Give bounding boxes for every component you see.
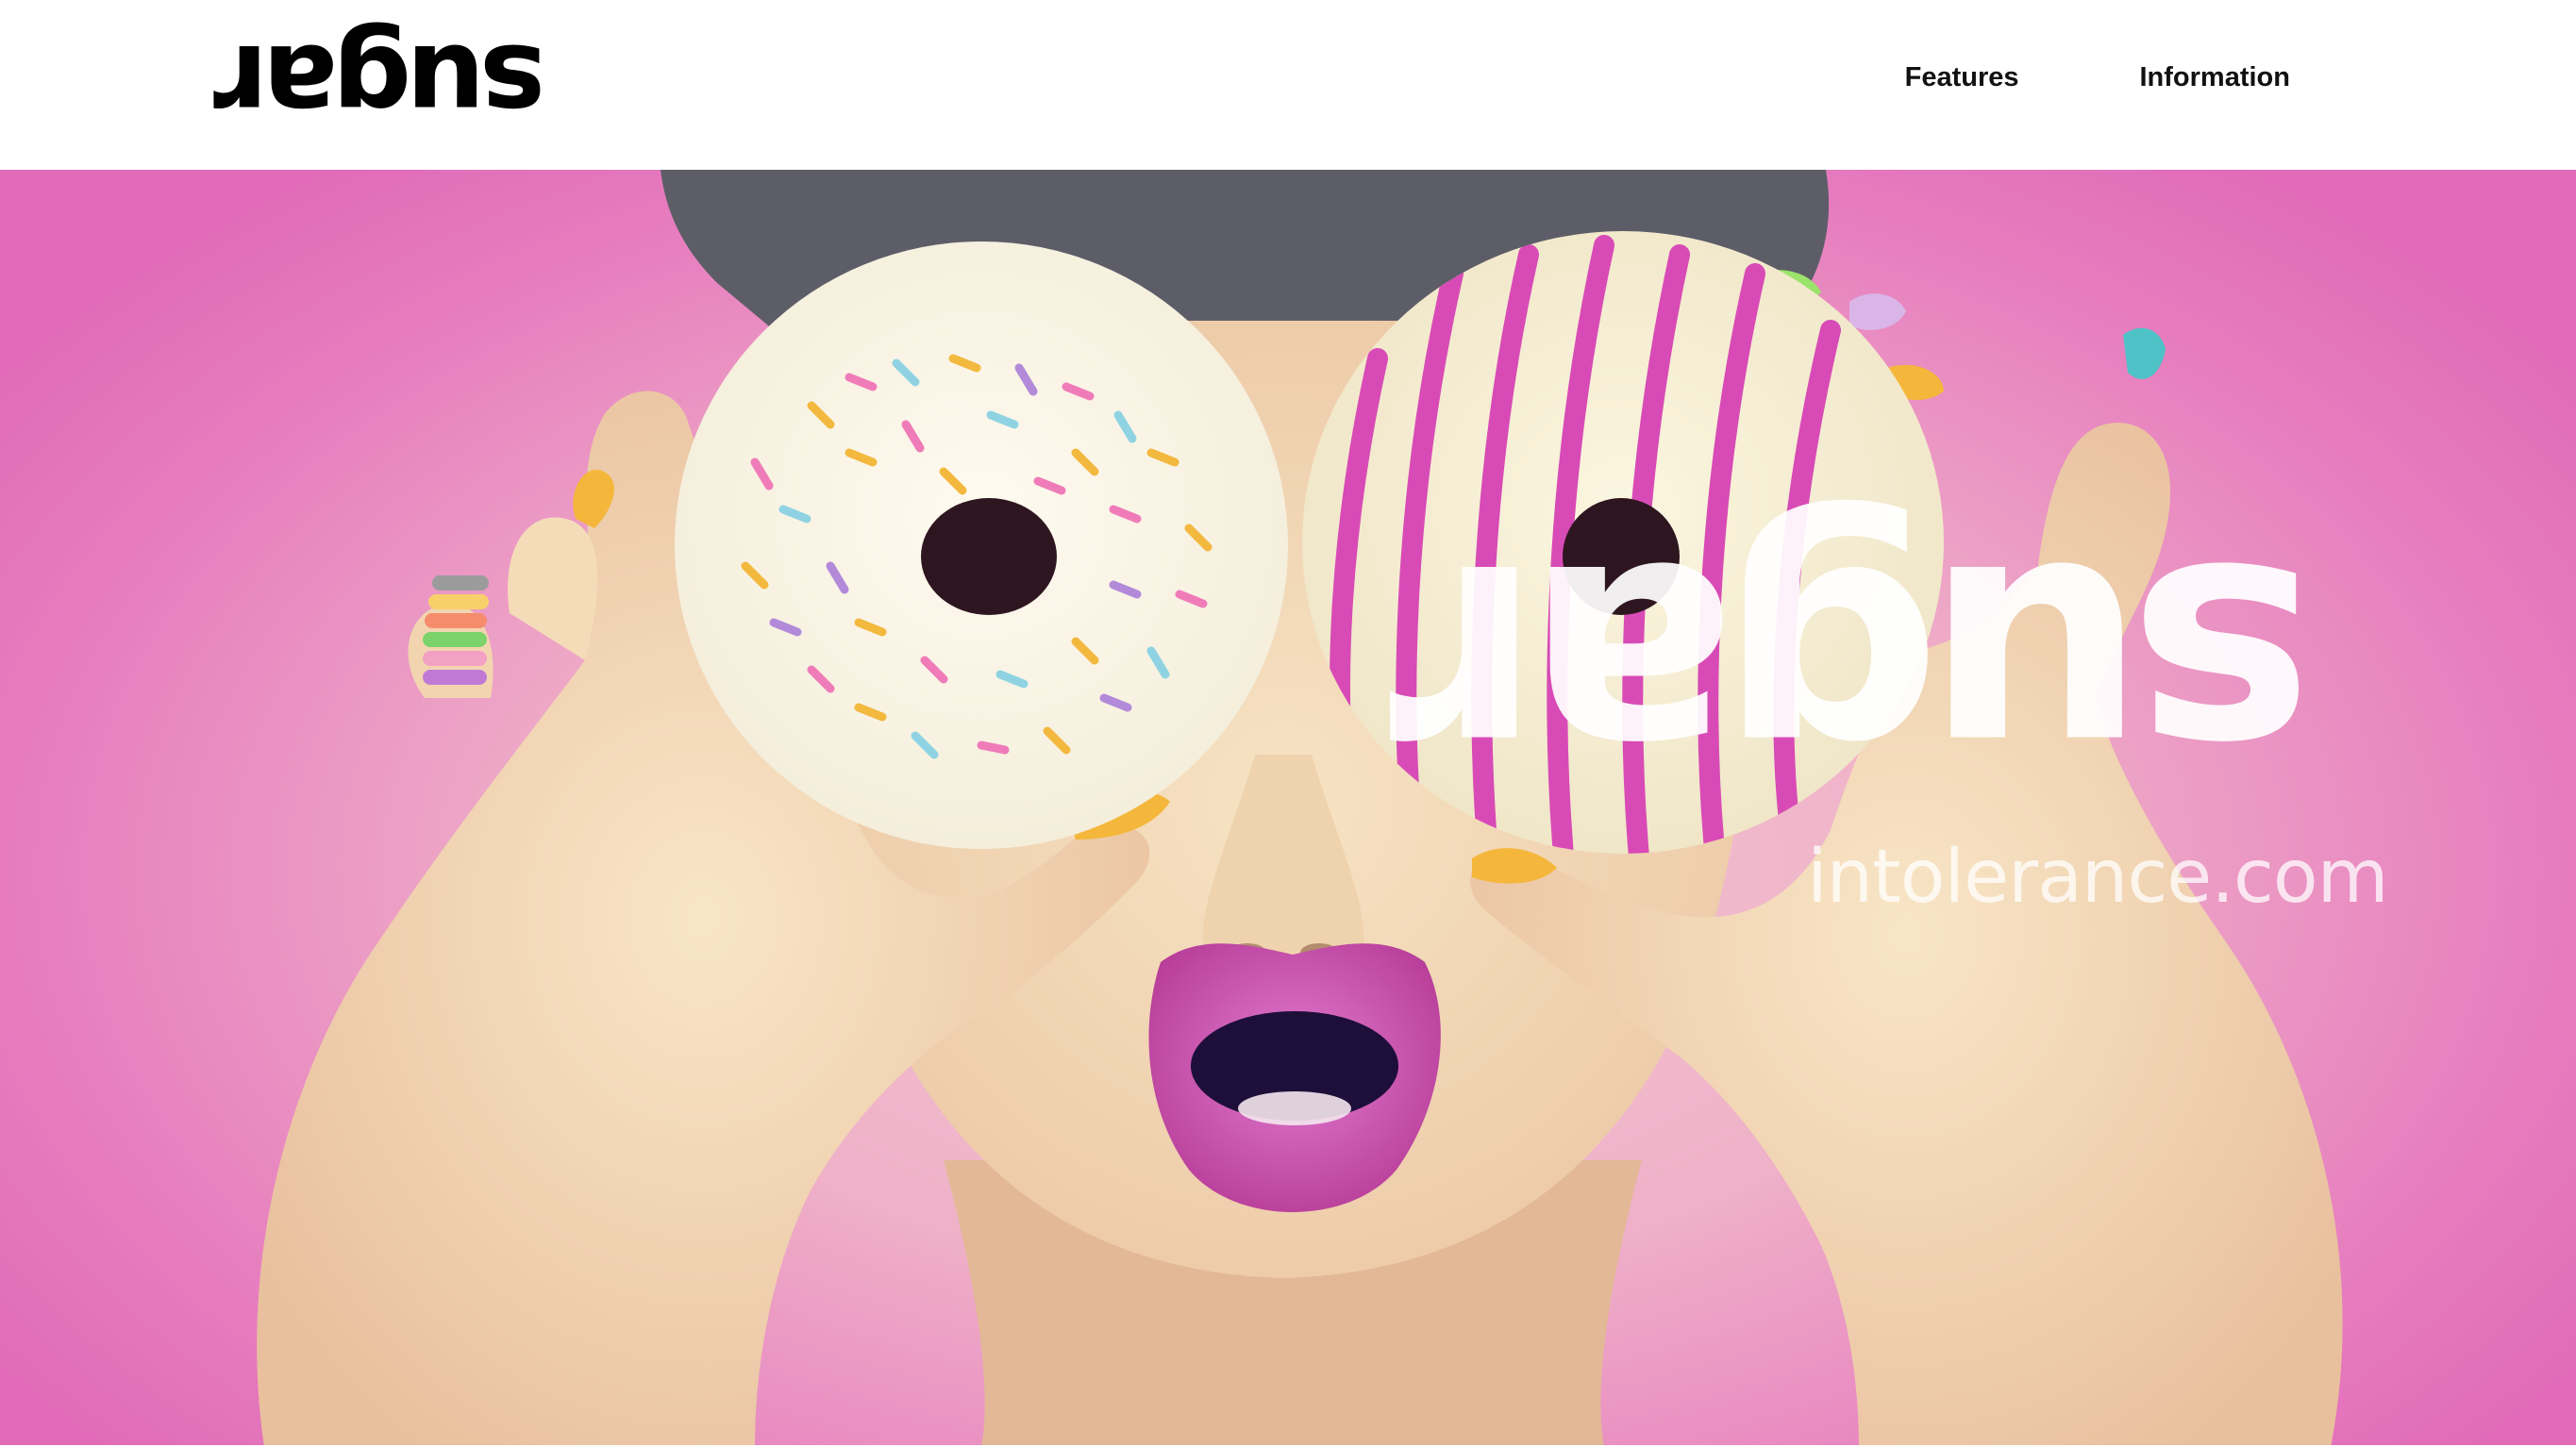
site-logo[interactable]: sugar: [219, 20, 546, 150]
teeth: [1238, 1091, 1351, 1125]
nav-information-link[interactable]: Information: [2140, 58, 2291, 96]
left-finger: [508, 517, 598, 660]
nail: [1849, 293, 1906, 330]
hero-banner: sugar intolerance.com: [0, 170, 2576, 1447]
site-header: sugar Features Information: [0, 0, 2576, 170]
hero-brand-logo: sugar: [1406, 493, 2316, 856]
nail: [2123, 327, 2166, 379]
left-donut: [675, 241, 1288, 849]
page: sugar Features Information sugar intoler…: [0, 0, 2576, 1447]
main-nav: Features Information: [1905, 58, 2290, 96]
hero-brand-domain: intolerance.com: [1807, 835, 2389, 920]
nav-features-link[interactable]: Features: [1905, 58, 2019, 96]
